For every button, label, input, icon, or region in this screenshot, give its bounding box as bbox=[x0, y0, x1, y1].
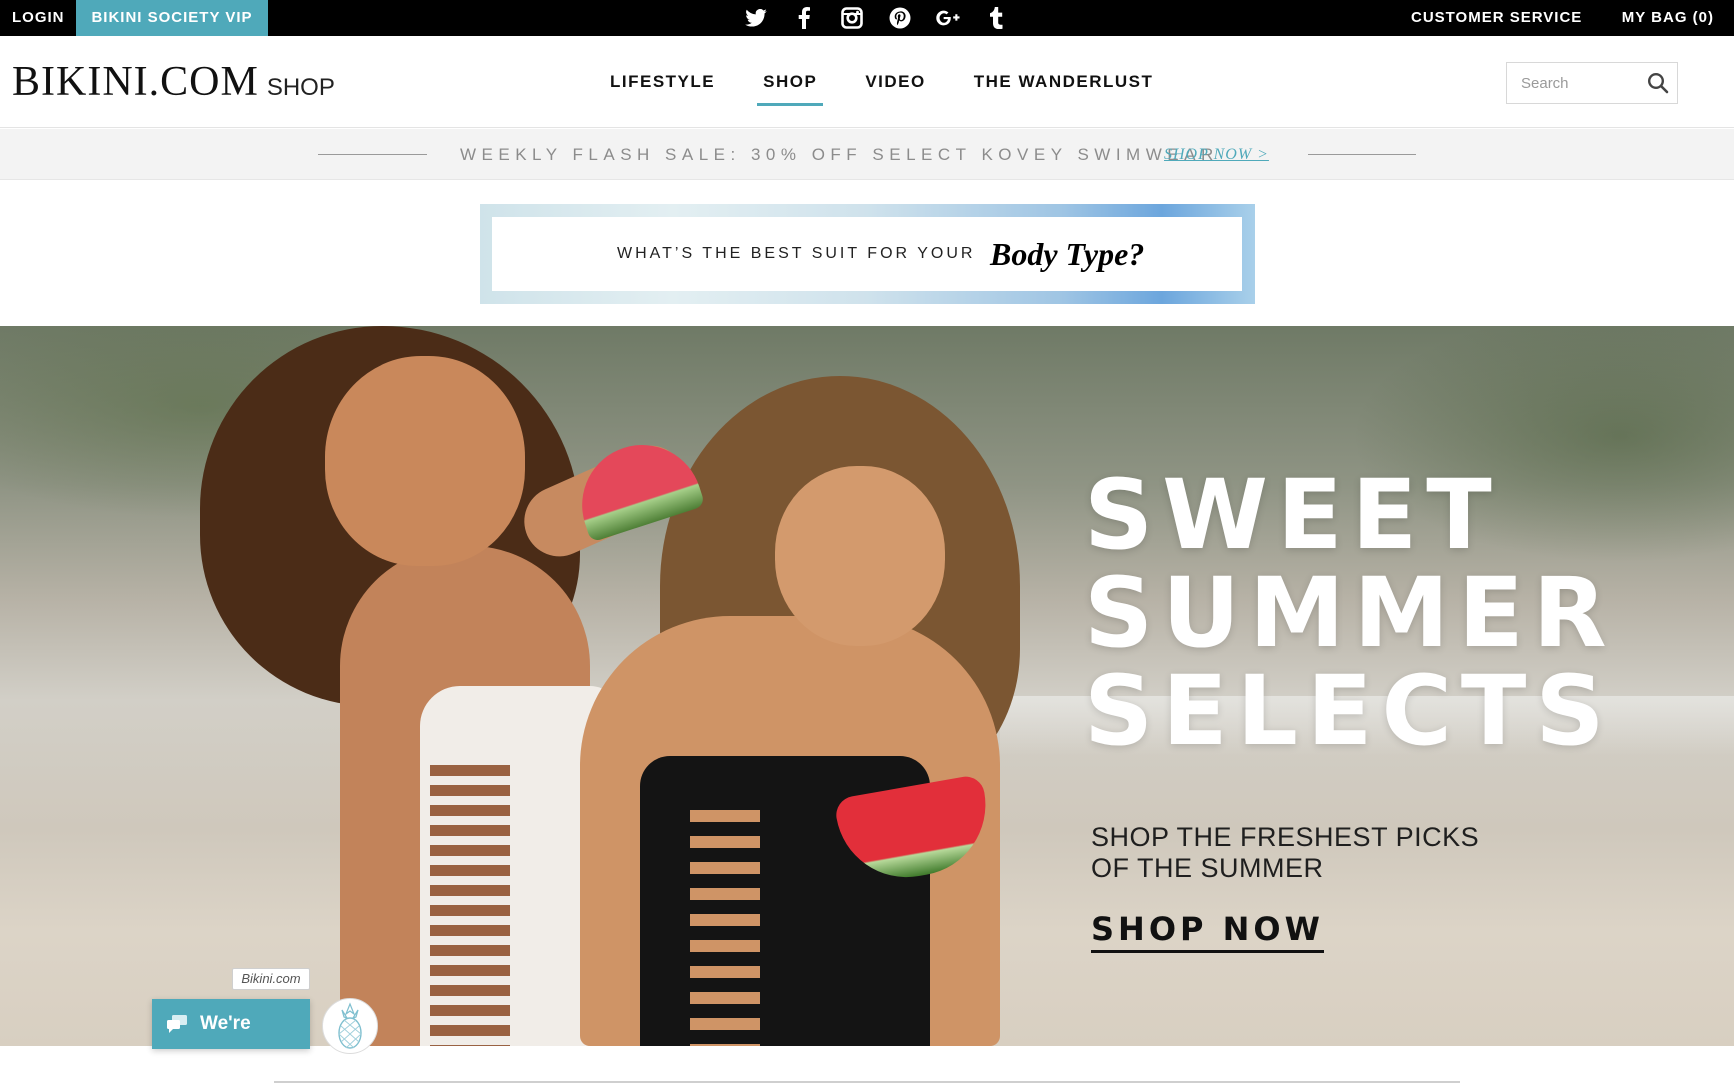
divider-right bbox=[1308, 154, 1416, 155]
customer-service-link[interactable]: CUSTOMER SERVICE bbox=[1411, 0, 1582, 36]
my-bag-link[interactable]: MY BAG (0) bbox=[1622, 0, 1714, 36]
chat-avatar-pineapple-icon[interactable] bbox=[322, 998, 378, 1054]
hero-subtitle-line-1: SHOP THE FRESHEST PICKS bbox=[1091, 822, 1480, 852]
nav-item-shop[interactable]: SHOP bbox=[757, 36, 824, 128]
top-bar: LOGIN BIKINI SOCIETY VIP CUSTOMER SERVIC… bbox=[0, 0, 1734, 36]
hero-title-line: SWEET bbox=[1084, 459, 1501, 571]
hero-subtitle-line-2: OF THE SUMMER bbox=[1091, 853, 1324, 883]
search-box bbox=[1506, 62, 1678, 104]
facebook-icon[interactable] bbox=[780, 0, 828, 36]
hero-banner[interactable]: SWEET SUMMER SELECTS SHOP THE FRESHEST P… bbox=[0, 326, 1734, 1046]
chat-bubbles-icon bbox=[167, 1015, 187, 1033]
social-links bbox=[732, 0, 1020, 36]
main-nav: LIFESTYLE SHOP VIDEO THE WANDERLUST bbox=[610, 36, 1201, 128]
logo-main-text: BIKINI.COM bbox=[12, 59, 259, 105]
chat-status-text: We're offline bbox=[200, 1013, 257, 1084]
hero-photo-model-1-face bbox=[325, 356, 525, 566]
body-type-lead-text: WHAT’S THE BEST SUIT FOR YOUR bbox=[617, 245, 976, 262]
site-logo[interactable]: BIKINI.COM SHOP bbox=[12, 58, 335, 106]
hero-photo-model-2-face bbox=[775, 466, 945, 646]
instagram-icon[interactable] bbox=[828, 0, 876, 36]
hero-photo-swimsuit-cutouts bbox=[690, 796, 760, 1046]
hero-subtitle: SHOP THE FRESHEST PICKS OF THE SUMMER bbox=[1091, 822, 1591, 884]
flash-sale-text: WEEKLY FLASH SALE: 30% OFF SELECT KOVEY … bbox=[460, 145, 1219, 164]
hero-title-line: SELECTS bbox=[1084, 655, 1614, 767]
search-icon[interactable] bbox=[1647, 72, 1669, 94]
body-type-banner[interactable]: WHAT’S THE BEST SUIT FOR YOUR Body Type? bbox=[480, 204, 1255, 304]
chat-offline-button[interactable]: We're offline bbox=[152, 999, 310, 1084]
body-type-script-text: Body Type? bbox=[990, 236, 1145, 272]
divider-left bbox=[318, 154, 427, 155]
nav-item-the-wanderlust[interactable]: THE WANDERLUST bbox=[974, 36, 1154, 128]
google-plus-icon[interactable] bbox=[924, 0, 972, 36]
site-header: BIKINI.COM SHOP LIFESTYLE SHOP VIDEO THE… bbox=[0, 36, 1734, 128]
flash-sale-shop-now-link[interactable]: SHOP NOW > bbox=[1164, 129, 1269, 180]
pinterest-icon[interactable] bbox=[876, 0, 924, 36]
search-input[interactable] bbox=[1507, 63, 1647, 103]
bikini-society-vip-link[interactable]: BIKINI SOCIETY VIP bbox=[76, 0, 268, 36]
hero-photo-swimsuit-straps bbox=[430, 756, 510, 1046]
nav-item-video[interactable]: VIDEO bbox=[865, 36, 925, 128]
twitter-icon[interactable] bbox=[732, 0, 780, 36]
hero-shop-now-button[interactable]: SHOP NOW bbox=[1091, 910, 1324, 953]
logo-sub-text: SHOP bbox=[266, 74, 335, 101]
flash-sale-bar: WEEKLY FLASH SALE: 30% OFF SELECT KOVEY … bbox=[0, 129, 1734, 180]
hero-title: SWEET SUMMER SELECTS bbox=[1084, 466, 1644, 760]
tumblr-icon[interactable] bbox=[972, 0, 1020, 36]
hero-title-line: SUMMER bbox=[1084, 557, 1616, 669]
bottom-divider bbox=[274, 1081, 1460, 1083]
nav-item-lifestyle[interactable]: LIFESTYLE bbox=[610, 36, 715, 128]
login-link[interactable]: LOGIN bbox=[0, 0, 77, 36]
body-type-banner-inner: WHAT’S THE BEST SUIT FOR YOUR Body Type? bbox=[492, 217, 1242, 291]
chat-brand-tag: Bikini.com bbox=[232, 968, 310, 990]
